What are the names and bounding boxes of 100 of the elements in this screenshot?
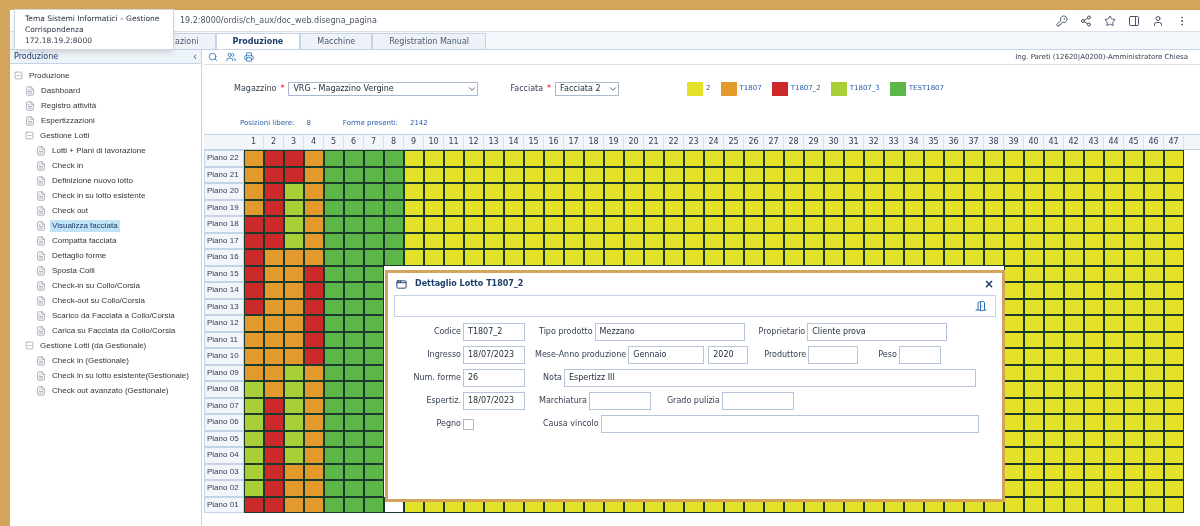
tree-item[interactable]: Gestione Lotti (da Gestionale)	[38, 339, 149, 352]
print-icon[interactable]	[244, 52, 254, 62]
column-header: 43	[1084, 135, 1104, 149]
door-icon[interactable]	[975, 300, 987, 312]
input-field[interactable]: Cliente prova	[807, 323, 948, 341]
input-field[interactable]: 18/07/2023	[463, 346, 525, 364]
checkbox[interactable]	[463, 418, 474, 430]
column-header: 27	[764, 135, 784, 149]
row-header: Piano 16	[204, 249, 244, 266]
star-icon[interactable]	[1104, 14, 1116, 27]
column-header: 18	[584, 135, 604, 149]
page-icon	[36, 175, 46, 186]
field-label: Magazzino	[234, 82, 277, 95]
tree-item[interactable]: Check in su lotto esistente	[50, 189, 148, 202]
input-field[interactable]: Gennaio	[628, 346, 705, 364]
dropdown[interactable]: VRG - Magazzino Vergine	[288, 81, 479, 96]
tree-item[interactable]: Compatta facciata	[50, 234, 119, 247]
page-icon	[36, 355, 46, 366]
user-icon[interactable]	[1152, 14, 1164, 27]
input-field[interactable]	[600, 415, 979, 433]
input-field[interactable]: 18/07/2023	[463, 392, 525, 410]
required-mark: *	[280, 82, 285, 95]
column-header: 1	[244, 135, 264, 149]
tree-item[interactable]: Check-in su Collo/Corsia	[50, 279, 143, 292]
tree-item[interactable]: Definizione nuovo lotto	[50, 174, 135, 187]
column-header: 38	[984, 135, 1004, 149]
field-label: Ingresso	[426, 349, 461, 361]
input-field[interactable]: Mezzano	[594, 323, 745, 341]
tree-item[interactable]: Check in su lotto esistente(Gestionale)	[50, 369, 191, 382]
tree-item[interactable]: Dashboard	[39, 84, 83, 97]
sidebar-icon[interactable]	[1128, 14, 1140, 27]
column-header: 16	[544, 135, 564, 149]
input-field[interactable]: 26	[463, 369, 525, 387]
input-field[interactable]: Espertizz III	[563, 369, 976, 387]
tab[interactable]: Registration Manual	[372, 33, 486, 49]
url-text[interactable]: 19.2:8000/ordis/ch_aux/doc_web.disegna_pagina	[180, 14, 377, 27]
tree-item[interactable]: Dettaglio forme	[50, 249, 109, 262]
page-icon	[36, 205, 46, 216]
tree-item[interactable]: Check-out su Collo/Corsia	[50, 294, 147, 307]
input-field[interactable]	[588, 392, 651, 410]
column-header: 26	[744, 135, 764, 149]
column-header: 19	[604, 135, 624, 149]
column-header: 29	[804, 135, 824, 149]
row-header: Piano 22	[204, 150, 244, 167]
column-header: 7	[364, 135, 384, 149]
close-button[interactable]: ×	[983, 278, 994, 290]
window-icon	[396, 278, 407, 290]
dropdown[interactable]: Facciata 2	[555, 81, 620, 96]
page-icon	[36, 145, 46, 156]
search-icon[interactable]	[208, 52, 218, 62]
input-field[interactable]: T1807_2	[463, 323, 525, 341]
column-header: 30	[824, 135, 844, 149]
tree-item[interactable]: Carica su Facciata da Collo/Corsia	[50, 324, 178, 337]
collapse-button[interactable]: ‹	[193, 51, 197, 62]
column-header: 10	[424, 135, 444, 149]
column-header: 17	[564, 135, 584, 149]
column-header: 24	[704, 135, 724, 149]
column-header: 36	[944, 135, 964, 149]
tree-item[interactable]: Visualizza facciata	[50, 219, 120, 232]
column-header: 25	[724, 135, 744, 149]
tree-item[interactable]: Sposta Colli	[50, 264, 97, 277]
tab[interactable]: Produzione	[215, 33, 301, 49]
page-icon	[36, 370, 46, 381]
field-label: Nota	[543, 372, 562, 384]
key-icon[interactable]	[1056, 14, 1068, 27]
tree-item[interactable]: Check out	[50, 204, 91, 217]
page-icon	[36, 265, 46, 276]
input-field[interactable]: 2020	[708, 346, 749, 364]
column-header: 3	[284, 135, 304, 149]
column-header: 12	[464, 135, 484, 149]
tree-item[interactable]: Check out avanzato (Gestionale)	[50, 384, 171, 397]
tree-item[interactable]: Produzione	[27, 69, 72, 82]
column-header: 47	[1164, 135, 1184, 149]
tree-item[interactable]: Lotti + Piani di lavorazione	[50, 144, 148, 157]
tree-item[interactable]: Registro attività	[39, 99, 99, 112]
tree-item[interactable]: Check in	[50, 159, 86, 172]
field-label: Num. forme	[412, 372, 461, 384]
tab[interactable]: Macchine	[300, 33, 373, 49]
share-icon[interactable]	[1080, 14, 1092, 27]
page-icon	[36, 310, 46, 321]
tree-item[interactable]: Gestione Lotti	[38, 129, 92, 142]
input-field[interactable]	[898, 346, 941, 364]
row-header: Piano 04	[204, 447, 244, 464]
tree-item[interactable]: Check in (Gestionale)	[50, 354, 131, 367]
column-header: 9	[404, 135, 424, 149]
column-header: 11	[444, 135, 464, 149]
tree-item[interactable]: Scarico da Facciata a Collo/Corsia	[50, 309, 177, 322]
tree-item[interactable]: Espertizzazioni	[39, 114, 97, 127]
page-icon	[36, 295, 46, 306]
column-header: 40	[1024, 135, 1044, 149]
row-header: Piano 06	[204, 414, 244, 431]
required-mark: *	[547, 82, 552, 95]
input-field[interactable]	[808, 346, 859, 364]
column-header: 37	[964, 135, 984, 149]
page-icon	[36, 160, 46, 171]
column-header: 42	[1064, 135, 1084, 149]
people-icon[interactable]	[226, 52, 236, 62]
input-field[interactable]	[721, 392, 794, 410]
column-header: 33	[884, 135, 904, 149]
column-header: 32	[864, 135, 884, 149]
